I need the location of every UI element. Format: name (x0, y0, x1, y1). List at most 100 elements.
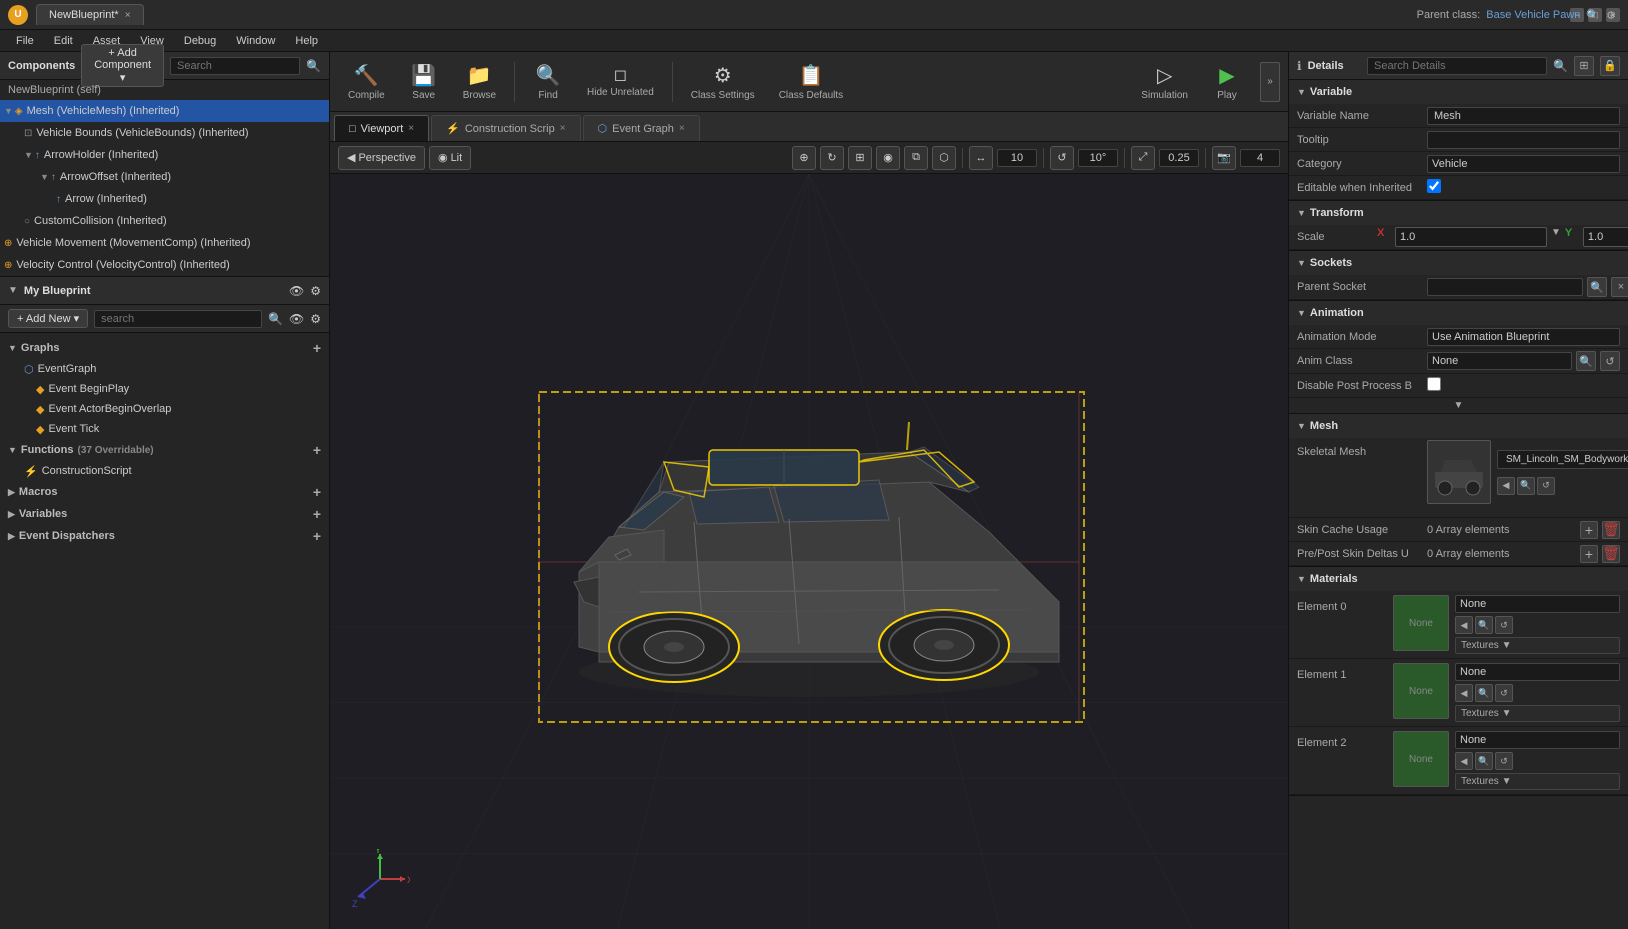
socket-clear-btn[interactable]: × (1611, 277, 1628, 297)
skin-cache-add-btn[interactable]: + (1580, 521, 1598, 539)
menu-debug[interactable]: Debug (176, 33, 224, 49)
vp-number-3[interactable]: 0.25 (1159, 149, 1199, 167)
materials-section-header[interactable]: ▼ Materials (1289, 567, 1628, 591)
vp-icon-2[interactable]: ↻ (820, 146, 844, 170)
lit-btn[interactable]: ◉ Lit (429, 146, 471, 170)
my-blueprint-header[interactable]: ▼ My Blueprint 👁 ⚙ (0, 277, 329, 305)
vp-icon-1[interactable]: ⊕ (792, 146, 816, 170)
settings-icon-title[interactable]: ⚙ (1606, 9, 1616, 22)
vp-icon-4[interactable]: ◉ (876, 146, 900, 170)
skin-cache-del-btn[interactable]: 🗑 (1602, 521, 1620, 539)
construction-tab-close[interactable]: × (560, 123, 566, 134)
find-button[interactable]: 🔍 Find (523, 56, 573, 108)
animation-expand-more[interactable]: ▼ (1289, 398, 1628, 413)
tab-viewport[interactable]: □ Viewport × (334, 115, 429, 141)
element0-reset-btn[interactable]: ↺ (1495, 616, 1513, 634)
editable-checkbox[interactable] (1427, 179, 1441, 193)
event-actoroverlap[interactable]: ◆ Event ActorBeginOverlap (0, 399, 329, 419)
anim-mode-dropdown[interactable]: Use Animation Blueprint (1427, 328, 1620, 346)
parent-class-value[interactable]: Base Vehicle Pawn (1486, 9, 1580, 21)
menu-edit[interactable]: Edit (46, 33, 81, 49)
sockets-section-header[interactable]: ▼ Sockets (1289, 251, 1628, 275)
dispatchers-add-btn[interactable]: + (313, 528, 321, 544)
socket-search-btn[interactable]: 🔍 (1587, 277, 1607, 297)
vp-icon-5[interactable]: ⧉ (904, 146, 928, 170)
functions-section-header[interactable]: ▼ Functions (37 Overridable) + (0, 439, 329, 461)
vp-number-2[interactable]: 10° (1078, 149, 1118, 167)
blueprint-settings-icon[interactable]: ⚙ (310, 284, 321, 298)
category-dropdown[interactable]: Vehicle (1427, 155, 1620, 173)
tree-item-velocity[interactable]: ⊕ Velocity Control (VelocityControl) (In… (0, 254, 329, 276)
element0-textures-btn[interactable]: Textures ▼ (1455, 637, 1620, 654)
vp-scale-btn[interactable]: ⤢ (1131, 146, 1155, 170)
anim-class-dropdown[interactable]: None (1427, 352, 1572, 370)
class-defaults-button[interactable]: 📋 Class Defaults (769, 56, 853, 108)
mesh-name-dropdown[interactable]: SM_Lincoln_SM_Bodywork_Li... (1497, 450, 1628, 469)
element2-back-btn[interactable]: ◀ (1455, 752, 1473, 770)
element1-reset-btn[interactable]: ↺ (1495, 684, 1513, 702)
compile-button[interactable]: 🔨 Compile (338, 56, 395, 108)
variable-name-input[interactable] (1427, 107, 1620, 125)
element1-search-btn[interactable]: 🔍 (1475, 684, 1493, 702)
variable-section-header[interactable]: ▼ Variable (1289, 80, 1628, 104)
animation-section-header[interactable]: ▼ Animation (1289, 301, 1628, 325)
hide-unrelated-button[interactable]: ◻ Hide Unrelated (577, 56, 664, 108)
element2-input[interactable] (1455, 731, 1620, 749)
search-components-input[interactable] (170, 57, 300, 75)
class-settings-button[interactable]: ⚙ Class Settings (681, 56, 765, 108)
graphs-add-btn[interactable]: + (313, 340, 321, 356)
element0-input[interactable] (1455, 595, 1620, 613)
constructionscript-item[interactable]: ⚡ ConstructionScript (0, 461, 329, 481)
parent-socket-input[interactable] (1427, 278, 1583, 296)
toolbar-expand-btn[interactable]: » (1260, 62, 1280, 102)
tree-item-customcollision[interactable]: ○ CustomCollision (Inherited) (0, 210, 329, 232)
browse-button[interactable]: 📁 Browse (453, 56, 506, 108)
macros-add-btn[interactable]: + (313, 484, 321, 500)
blueprint-tab[interactable]: NewBlueprint* × (36, 4, 144, 25)
vp-camera-btn[interactable]: 📷 (1212, 146, 1236, 170)
vp-number-4[interactable]: 4 (1240, 149, 1280, 167)
vp-translate-btn[interactable]: ↔ (969, 146, 993, 170)
bp-filter-icon[interactable]: ⚙ (310, 312, 321, 326)
vp-number-1[interactable]: 10 (997, 149, 1037, 167)
variables-section-header[interactable]: ▶ Variables + (0, 503, 329, 525)
tree-item-arrow[interactable]: ↑ Arrow (Inherited) (0, 188, 329, 210)
element1-textures-btn[interactable]: Textures ▼ (1455, 705, 1620, 722)
search-icon-title[interactable]: 🔍 (1586, 9, 1600, 22)
tooltip-input[interactable] (1427, 131, 1620, 149)
element2-textures-btn[interactable]: Textures ▼ (1455, 773, 1620, 790)
search-blueprint-input[interactable] (94, 310, 262, 328)
viewport-tab-close[interactable]: × (408, 123, 414, 134)
mesh-reset-btn[interactable]: ↺ (1537, 477, 1555, 495)
macros-section-header[interactable]: ▶ Macros + (0, 481, 329, 503)
tab-close[interactable]: × (125, 10, 131, 21)
scale-x-arrow[interactable]: ▼ (1551, 227, 1561, 247)
element2-search-btn[interactable]: 🔍 (1475, 752, 1493, 770)
eventgraph-item[interactable]: ⬡ EventGraph (0, 359, 329, 379)
element1-back-btn[interactable]: ◀ (1455, 684, 1473, 702)
mesh-section-header[interactable]: ▼ Mesh (1289, 414, 1628, 438)
perspective-btn[interactable]: ◀ Perspective (338, 146, 425, 170)
tree-item-movement[interactable]: ⊕ Vehicle Movement (MovementComp) (Inher… (0, 232, 329, 254)
mesh-back-btn[interactable]: ◀ (1497, 477, 1515, 495)
simulation-button[interactable]: ▷ Simulation (1131, 56, 1198, 108)
element1-input[interactable] (1455, 663, 1620, 681)
disable-post-checkbox[interactable] (1427, 377, 1441, 391)
scale-y-input[interactable] (1583, 227, 1628, 247)
tab-eventgraph[interactable]: ⬡ Event Graph × (583, 115, 700, 141)
anim-search-btn[interactable]: 🔍 (1576, 351, 1596, 371)
viewport-area[interactable]: X Y Z (330, 174, 1288, 929)
tree-item-mesh[interactable]: ▼ ◈ Mesh (VehicleMesh) (Inherited) (0, 100, 329, 122)
tree-item-arrowholder[interactable]: ▼ ↑ ArrowHolder (Inherited) (0, 144, 329, 166)
eventdispatchers-section-header[interactable]: ▶ Event Dispatchers + (0, 525, 329, 547)
variables-add-btn[interactable]: + (313, 506, 321, 522)
functions-add-btn[interactable]: + (313, 442, 321, 458)
play-button[interactable]: ▶ Play (1202, 56, 1252, 108)
add-component-button[interactable]: + Add Component ▾ (81, 44, 164, 87)
tree-item-vehiclebounds[interactable]: ⊡ Vehicle Bounds (VehicleBounds) (Inheri… (0, 122, 329, 144)
save-button[interactable]: 💾 Save (399, 56, 449, 108)
bp-add-new-button[interactable]: + Add New ▾ (8, 309, 88, 328)
details-lock-btn[interactable]: 🔒 (1600, 56, 1620, 76)
element0-search-btn[interactable]: 🔍 (1475, 616, 1493, 634)
tab-construction[interactable]: ⚡ Construction Scrip × (431, 115, 580, 141)
